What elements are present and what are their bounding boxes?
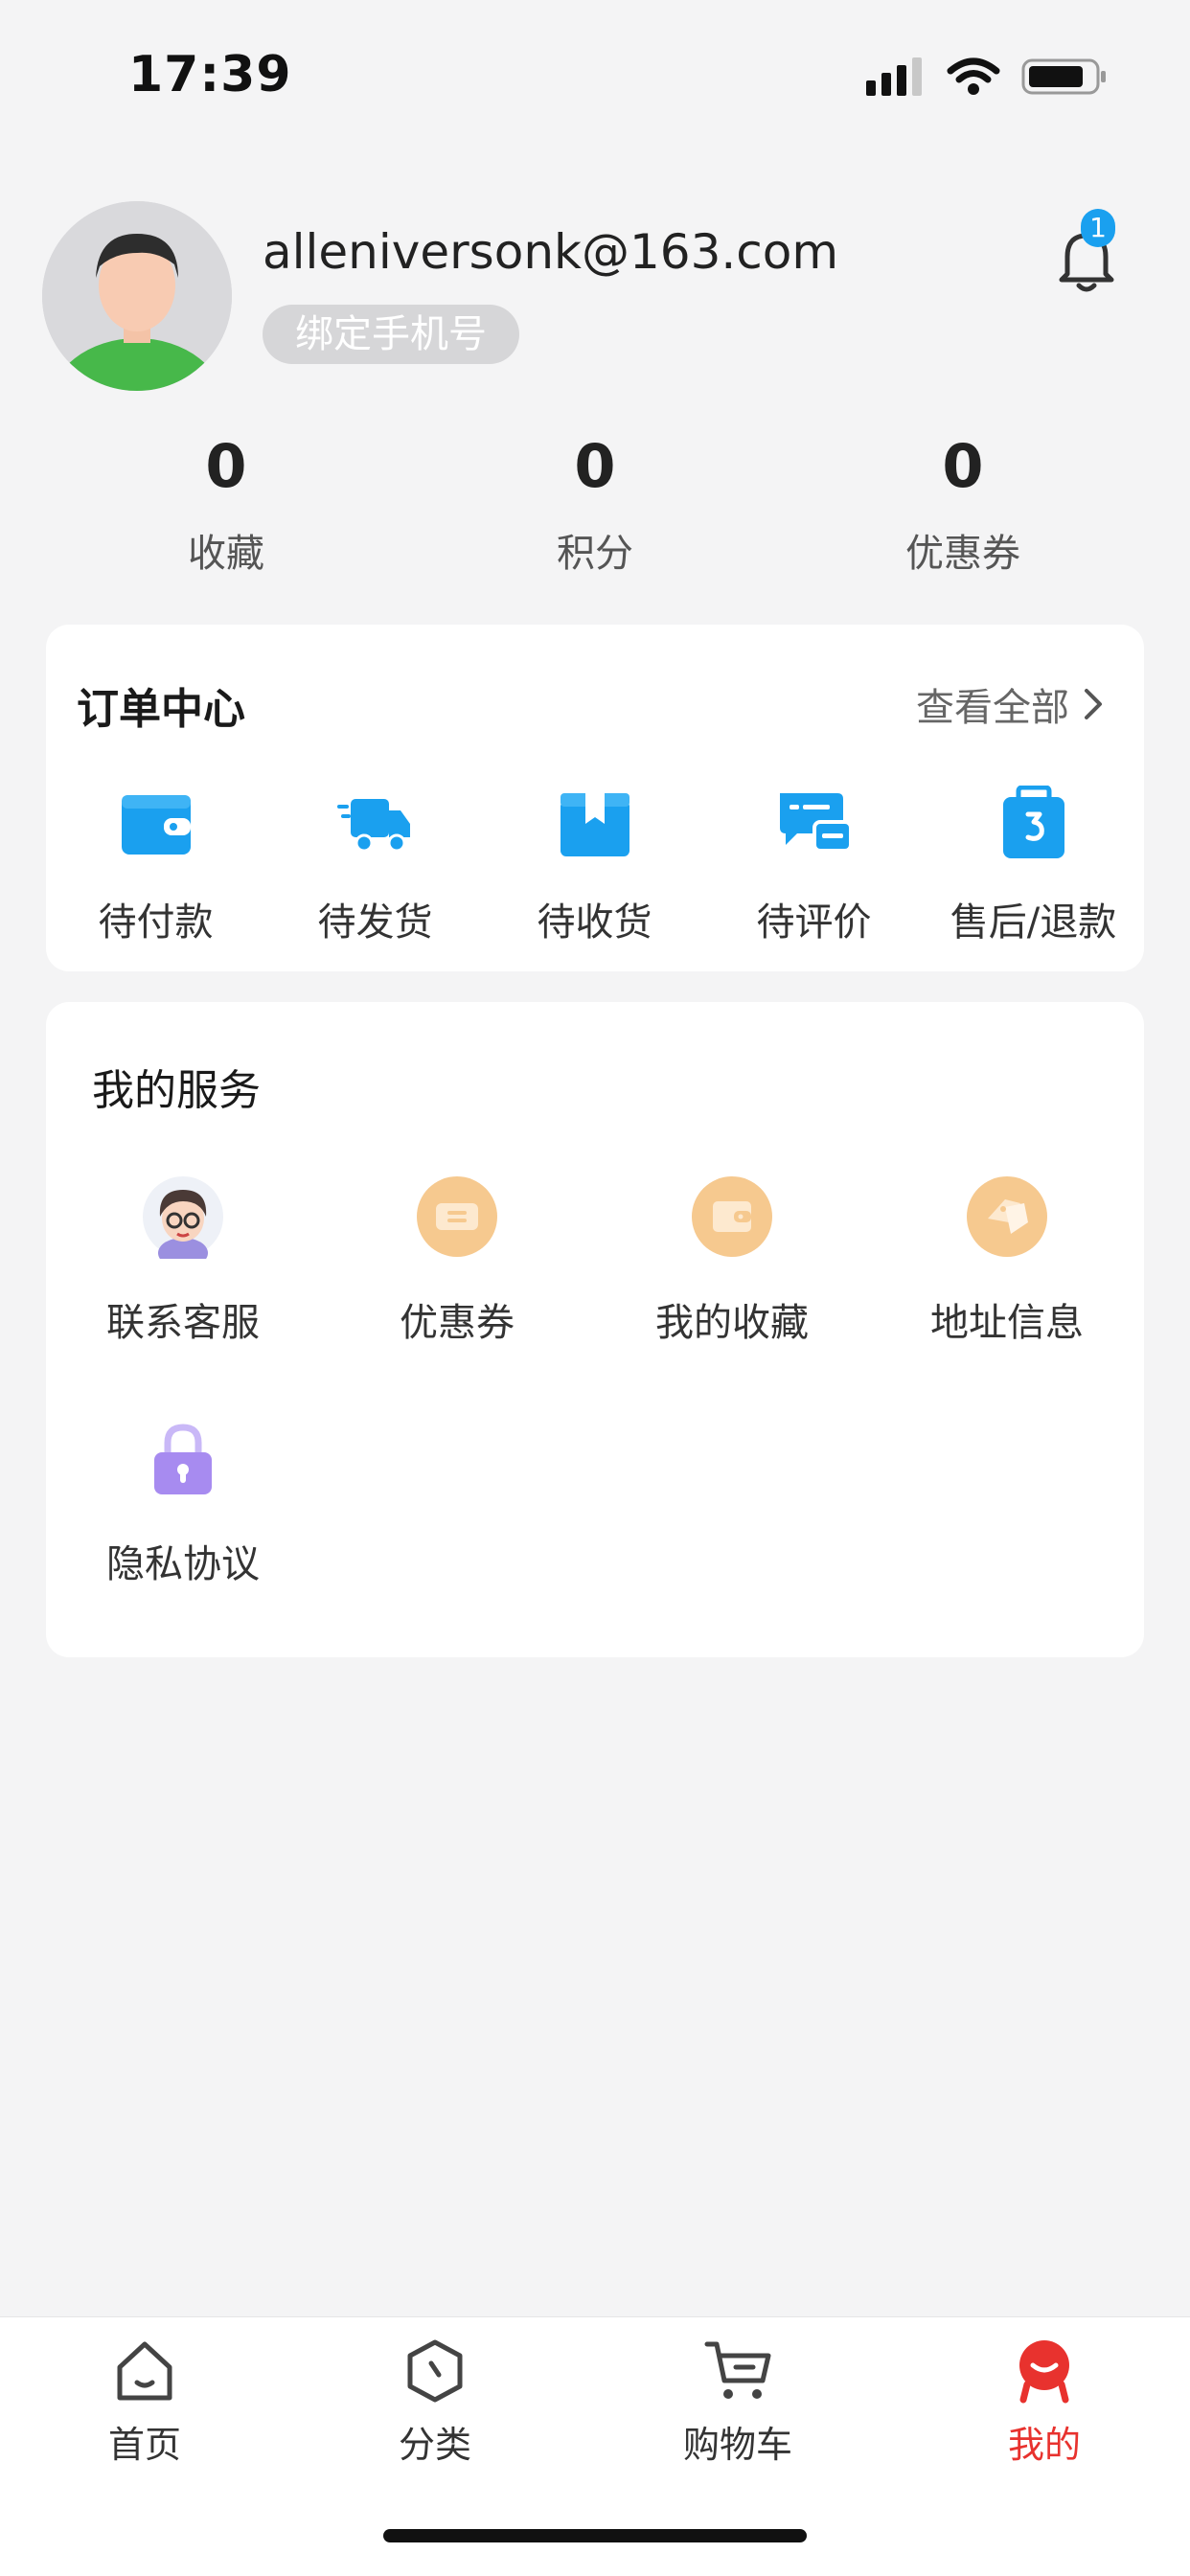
address-tag-icon	[967, 1176, 1047, 1257]
status-icons	[866, 57, 1108, 96]
order-item-label: 待收货	[537, 900, 652, 945]
status-bar: 17:39	[0, 0, 1190, 153]
chevron-right-icon	[1085, 689, 1102, 719]
stat-points[interactable]: 0 积分	[480, 431, 710, 578]
stat-coupons[interactable]: 0 优惠券	[848, 431, 1078, 578]
wallet-icon	[121, 795, 191, 855]
wifi-icon	[947, 57, 1000, 95]
order-pending-receipt[interactable]: 待收货	[485, 786, 704, 946]
category-icon	[407, 2339, 463, 2403]
service-label: 隐私协议	[106, 1542, 260, 1586]
cart-icon	[704, 2341, 771, 2399]
view-all-label: 查看全部	[916, 686, 1069, 730]
customer-service-avatar-icon	[143, 1176, 223, 1259]
tab-label: 首页	[107, 2424, 181, 2466]
tab-label: 购物车	[682, 2424, 792, 2466]
my-services-title: 我的服务	[92, 1066, 261, 1115]
order-after-sales-refund[interactable]: 售后/退款	[924, 786, 1143, 946]
stat-label: 优惠券	[905, 532, 1020, 576]
lock-icon	[154, 1424, 212, 1494]
review-chat-icon	[779, 793, 853, 853]
service-coupons[interactable]: 优惠券	[320, 1174, 594, 1347]
tab-label: 分类	[398, 2424, 471, 2466]
tab-home[interactable]: 首页	[39, 2337, 250, 2468]
stat-favorites[interactable]: 0 收藏	[111, 431, 341, 578]
stat-value: 0	[205, 431, 247, 501]
delivery-truck-icon	[336, 799, 410, 853]
order-pending-payment[interactable]: 待付款	[46, 786, 265, 946]
order-item-label: 待评价	[756, 900, 872, 945]
stat-label: 积分	[557, 532, 633, 576]
service-my-favorites[interactable]: 我的收藏	[595, 1174, 869, 1347]
stat-label: 收藏	[188, 532, 264, 576]
tab-profile[interactable]: 我的	[939, 2337, 1150, 2468]
stats-row: 0 收藏 0 积分 0 优惠券	[0, 431, 1190, 584]
user-email: alleniversonk@163.com	[263, 224, 839, 280]
profile-header: alleniversonk@163.com 绑定手机号 1	[0, 192, 1190, 412]
home-indicator[interactable]	[383, 2529, 807, 2542]
order-item-label: 售后/退款	[950, 900, 1117, 945]
home-icon	[117, 2341, 172, 2401]
bind-phone-button[interactable]: 绑定手机号	[263, 305, 519, 364]
service-label: 地址信息	[930, 1301, 1084, 1345]
order-item-label: 待付款	[98, 900, 214, 945]
stat-value: 0	[942, 431, 984, 501]
order-center-card: 订单中心 查看全部 待付款 待发货 待收货 待评价 售后/退款	[46, 625, 1144, 971]
stat-value: 0	[574, 431, 616, 501]
service-contact-support[interactable]: 联系客服	[46, 1174, 320, 1347]
service-label: 联系客服	[106, 1301, 260, 1345]
service-privacy-policy[interactable]: 隐私协议	[46, 1416, 320, 1588]
order-center-title: 订单中心	[77, 685, 245, 734]
service-label: 我的收藏	[655, 1301, 809, 1345]
coupon-icon	[417, 1176, 497, 1257]
my-services-card: 我的服务 联系客服 优惠券 我的收藏 地址信息 隐私协议	[46, 1002, 1144, 1657]
notification-badge: 1	[1081, 209, 1115, 247]
order-pending-shipment[interactable]: 待发货	[265, 786, 485, 946]
status-time: 17:39	[128, 46, 292, 103]
service-address-info[interactable]: 地址信息	[870, 1174, 1144, 1347]
order-item-label: 待发货	[317, 900, 433, 945]
service-label: 优惠券	[400, 1301, 515, 1345]
view-all-orders-link[interactable]: 查看全部	[916, 676, 1104, 732]
battery-icon	[1021, 58, 1106, 95]
profile-icon	[1019, 2340, 1069, 2404]
default-user-avatar-icon	[42, 201, 232, 391]
favorites-wallet-icon	[692, 1176, 772, 1257]
order-pending-review[interactable]: 待评价	[704, 786, 924, 946]
refund-bag-icon	[1002, 786, 1064, 858]
avatar[interactable]	[42, 201, 232, 391]
cellular-signal-icon	[866, 57, 922, 96]
tab-label: 我的	[1007, 2424, 1081, 2466]
tab-category[interactable]: 分类	[330, 2337, 540, 2468]
package-box-icon	[560, 793, 629, 856]
tab-cart[interactable]: 购物车	[632, 2337, 843, 2468]
